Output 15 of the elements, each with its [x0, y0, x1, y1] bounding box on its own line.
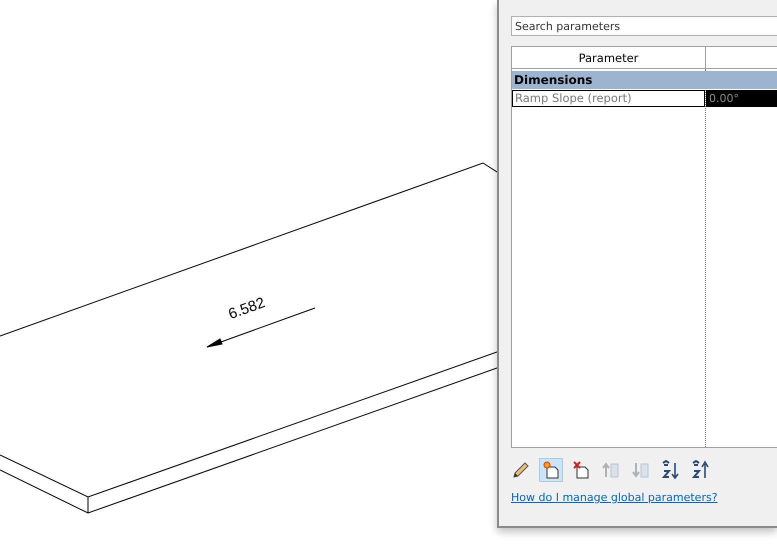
- search-field[interactable]: Search parameters: [511, 16, 777, 36]
- new-button[interactable]: [539, 458, 563, 482]
- parameter-name-cell[interactable]: Ramp Slope (report): [512, 90, 705, 107]
- sort-ascending-icon: [661, 460, 681, 480]
- dimension-label: 6.582: [226, 294, 268, 323]
- new-document-icon: [541, 460, 561, 480]
- group-header[interactable]: Dimensions: [512, 71, 777, 89]
- help-link[interactable]: How do I manage global parameters?: [511, 491, 718, 504]
- delete-document-icon: [571, 460, 591, 480]
- column-header[interactable]: Parameter: [512, 47, 706, 68]
- move-down-icon: [631, 460, 651, 480]
- parameter-value-cell[interactable]: 0.00°: [706, 90, 777, 107]
- sort-descending-icon: [691, 460, 711, 480]
- pencil-icon: [511, 460, 531, 480]
- move-up-icon: [601, 460, 621, 480]
